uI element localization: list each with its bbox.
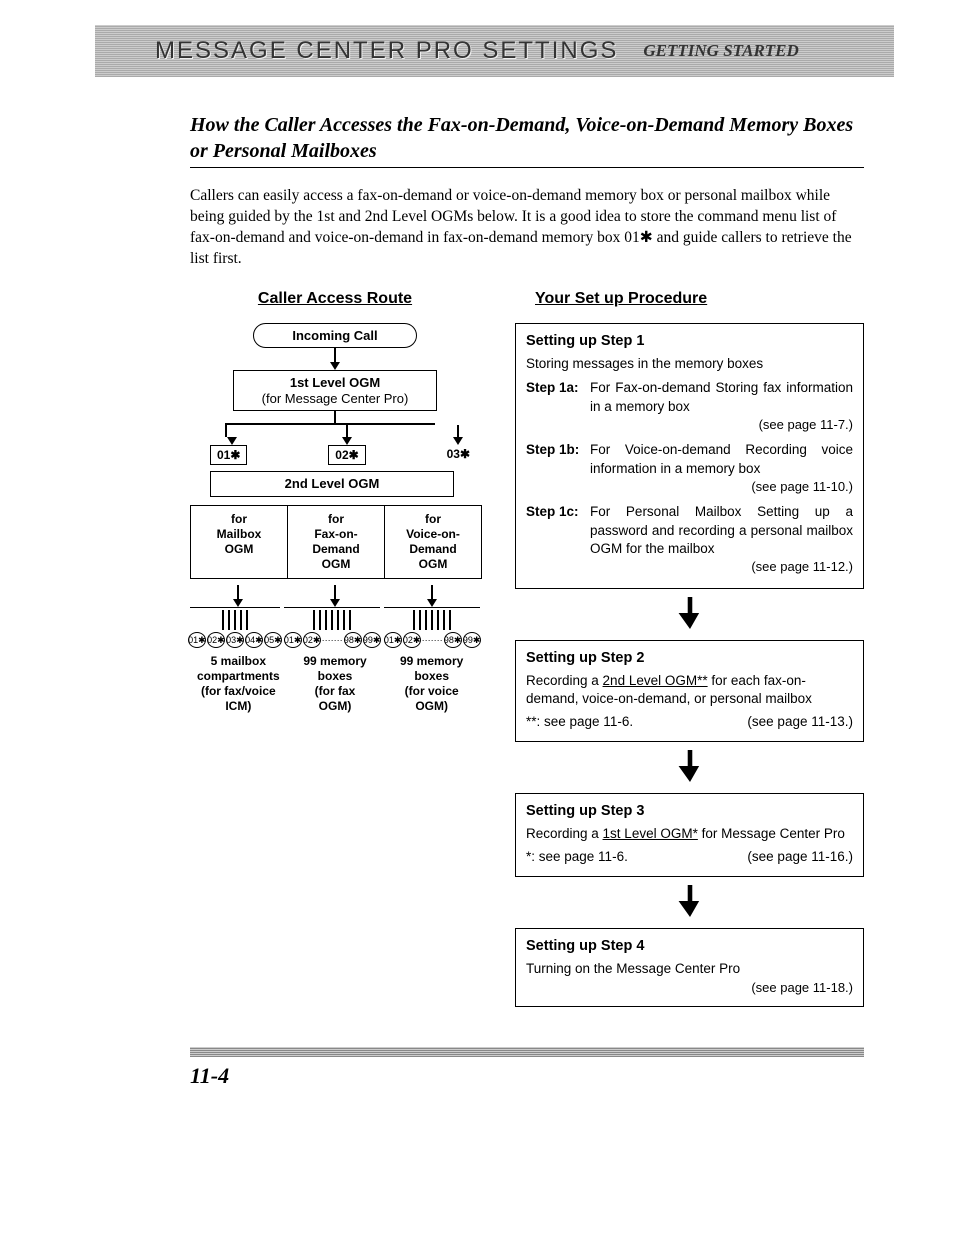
- flow-ogm-options: for Mailbox OGM for Fax-on- Demand OGM f…: [190, 505, 482, 579]
- setup-step-3: Setting up Step 3 Recording a 1st Level …: [515, 793, 864, 877]
- arrow-down-icon: [515, 885, 864, 920]
- setup-heading: Your Set up Procedure: [535, 290, 864, 308]
- setup-step-1: Setting up Step 1 Storing messages in th…: [515, 323, 864, 589]
- flow-fax-circles: 01✱02✱·······98✱99✱: [284, 632, 380, 648]
- arrow-down-icon: [515, 750, 864, 785]
- footer-divider: [190, 1047, 864, 1057]
- header-subtitle: GETTING STARTED: [643, 41, 798, 61]
- header-title: MESSAGE CENTER PRO SETTINGS: [155, 37, 618, 65]
- flow-second-level-ogm: 2nd Level OGM: [210, 471, 454, 497]
- page-header: MESSAGE CENTER PRO SETTINGS GETTING STAR…: [95, 25, 894, 77]
- flow-code-03: 03✱: [447, 445, 470, 461]
- setup-procedure: Your Set up Procedure Setting up Step 1 …: [515, 290, 864, 1008]
- flow-voice-circles: 01✱02✱·······98✱99✱: [384, 632, 480, 648]
- caller-access-route: Caller Access Route Incoming Call 1st Le…: [190, 290, 480, 1008]
- flow-code-01: 01✱: [210, 445, 247, 465]
- flow-heading: Caller Access Route: [190, 290, 480, 308]
- flow-incoming-call: Incoming Call: [253, 323, 417, 349]
- flow-first-level-ogm: 1st Level OGM (for Message Center Pro): [233, 370, 437, 411]
- intro-paragraph: Callers can easily access a fax-on-deman…: [190, 186, 864, 270]
- setup-step-4: Setting up Step 4 Turning on the Message…: [515, 928, 864, 1007]
- setup-step-2: Setting up Step 2 Recording a 2nd Level …: [515, 640, 864, 742]
- arrow-down-icon: [515, 597, 864, 632]
- flow-mailbox-circles: 01✱02✱03✱04✱05✱: [190, 632, 280, 648]
- flow-captions: 5 mailbox compartments (for fax/voice IC…: [190, 654, 480, 714]
- section-title: How the Caller Accesses the Fax-on-Deman…: [190, 112, 864, 168]
- flow-code-02: 02✱: [328, 445, 365, 465]
- page-number: 11-4: [190, 1063, 954, 1089]
